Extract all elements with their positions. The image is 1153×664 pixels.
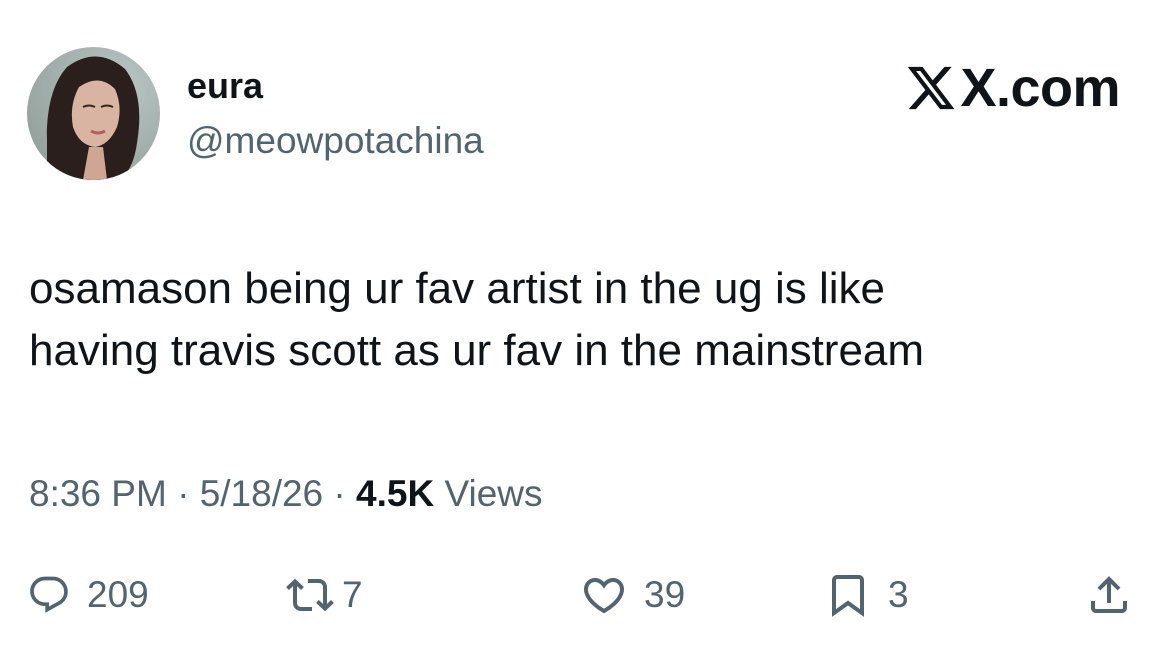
reply-button[interactable]: 209: [27, 565, 149, 625]
avatar-image: [27, 47, 160, 180]
tweet-meta: 8:36 PM · 5/18/26 · 4.5K Views: [29, 468, 543, 520]
tweet-time[interactable]: 8:36 PM: [29, 473, 167, 514]
brand-domain-label: X.com: [960, 58, 1120, 118]
meta-separator: ·: [333, 473, 346, 514]
author-handle[interactable]: @meowpotachina: [187, 119, 484, 163]
views-count: 4.5K: [356, 473, 435, 514]
avatar[interactable]: [27, 47, 160, 180]
like-count: 39: [644, 574, 686, 615]
bookmark-count: 3: [888, 574, 909, 615]
repost-button[interactable]: 7: [286, 565, 363, 625]
x-logo-icon: [908, 66, 955, 110]
repost-count: 7: [342, 574, 363, 615]
reply-icon: [30, 576, 68, 613]
heart-icon: [583, 578, 625, 614]
bookmark-button[interactable]: 3: [824, 565, 909, 625]
reply-count: 209: [87, 574, 149, 615]
action-bar: 209 7 39 3: [0, 565, 1153, 625]
repost-icon: [286, 578, 334, 612]
author-display-name[interactable]: eura: [187, 64, 263, 108]
tweet-date[interactable]: 5/18/26: [200, 473, 323, 514]
views-label: Views: [444, 473, 543, 514]
bookmark-icon: [832, 575, 864, 617]
meta-separator: ·: [177, 473, 190, 514]
share-button[interactable]: [1085, 565, 1133, 625]
share-icon: [1091, 576, 1127, 613]
tweet-text: osamason being ur fav artist in the ug i…: [29, 264, 925, 375]
brand-watermark: X.com: [905, 58, 1120, 118]
like-button[interactable]: 39: [580, 565, 685, 625]
